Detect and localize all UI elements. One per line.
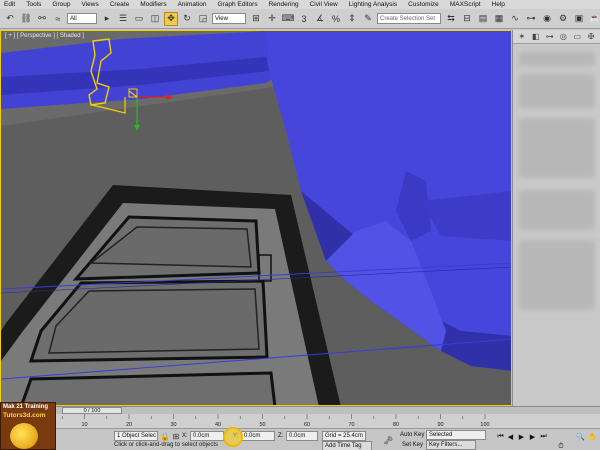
- x-label: X:: [182, 433, 188, 439]
- logo-line-1: Mak 21 Training: [3, 404, 49, 410]
- viewport-scene: [1, 31, 511, 405]
- spinner-snap-icon[interactable]: ⇕: [345, 12, 359, 26]
- unlink-icon[interactable]: ⚯: [35, 12, 49, 26]
- auto-key-button[interactable]: Auto Key: [400, 432, 424, 438]
- menu-help[interactable]: Help: [492, 1, 505, 8]
- schematic-view-icon[interactable]: ⊶: [524, 12, 538, 26]
- hierarchy-tab-icon[interactable]: ⊶: [544, 31, 556, 42]
- select-rotate-icon[interactable]: ↻: [180, 12, 194, 26]
- absolute-mode-icon[interactable]: ⊞: [171, 431, 181, 441]
- rect-selection-icon[interactable]: ▭: [132, 12, 146, 26]
- utilities-tab-icon[interactable]: ✠: [585, 31, 597, 42]
- menu-edit[interactable]: Edit: [4, 1, 15, 8]
- select-manipulate-icon[interactable]: ✛: [265, 12, 279, 26]
- mirror-icon[interactable]: ⇆: [444, 12, 458, 26]
- menu-create[interactable]: Create: [110, 1, 130, 8]
- lock-selection-icon[interactable]: 🔒: [160, 431, 170, 441]
- keyboard-shortcut-icon[interactable]: ⌨: [281, 12, 295, 26]
- link-icon[interactable]: ⛓: [19, 12, 33, 26]
- track-bar[interactable]: 0102030405060708090100: [0, 414, 600, 428]
- menu-modifiers[interactable]: Modifiers: [140, 1, 166, 8]
- blurred-panel-block: [519, 74, 595, 108]
- main-toolbar: ↶ ⛓ ⚯ ≈ All ▸ ☰ ▭ ◫ ✥ ↻ ◲ View ⊞ ✛ ⌨ 3 ∡…: [0, 9, 600, 29]
- rendered-frame-icon[interactable]: ▣: [572, 12, 586, 26]
- motion-tab-icon[interactable]: ◎: [557, 31, 569, 42]
- pan-icon[interactable]: ✋: [588, 432, 597, 441]
- angle-snap-icon[interactable]: ∡: [313, 12, 327, 26]
- menu-rendering[interactable]: Rendering: [269, 1, 299, 8]
- menu-lighting-analysis[interactable]: Lighting Analysis: [349, 1, 397, 8]
- blurred-panel-block: [519, 118, 595, 178]
- edit-named-sets-icon[interactable]: ✎: [361, 12, 375, 26]
- y-coordinate-field[interactable]: 0.0cm: [241, 431, 275, 441]
- goto-start-icon[interactable]: ⏮: [496, 432, 505, 441]
- window-crossing-icon[interactable]: ◫: [148, 12, 162, 26]
- zoom-icon[interactable]: 🔍: [576, 432, 585, 441]
- render-production-icon[interactable]: ☕: [588, 12, 600, 26]
- menu-civil-view[interactable]: Civil View: [310, 1, 338, 8]
- previous-frame-icon[interactable]: ◀: [506, 432, 515, 441]
- blurred-panel-block: [519, 190, 595, 230]
- material-editor-icon[interactable]: ◉: [540, 12, 554, 26]
- add-time-tag-button[interactable]: Add Time Tag: [322, 441, 372, 450]
- perspective-viewport[interactable]: [ + ] [ Perspective ] [ Shaded ]: [0, 30, 512, 406]
- menu-graph-editors[interactable]: Graph Editors: [218, 1, 258, 8]
- pivot-center-icon[interactable]: ⊞: [249, 12, 263, 26]
- viewport-label[interactable]: [ + ] [ Perspective ] [ Shaded ]: [5, 33, 84, 39]
- align-icon[interactable]: ⊟: [460, 12, 474, 26]
- mouse-cursor-highlight: [223, 427, 243, 447]
- command-panel-tabs: ✶ ◧ ⊶ ◎ ▭ ✠: [513, 30, 600, 44]
- reference-coordinate-dropdown[interactable]: View: [212, 13, 246, 24]
- selection-filter-dropdown[interactable]: All: [67, 13, 97, 24]
- curve-editor-icon[interactable]: ∿: [508, 12, 522, 26]
- z-coordinate-field[interactable]: 0.0cm: [286, 431, 318, 441]
- select-scale-icon[interactable]: ◲: [196, 12, 210, 26]
- select-by-name-icon[interactable]: ☰: [116, 12, 130, 26]
- menu-views[interactable]: Views: [81, 1, 98, 8]
- named-selection-set-field[interactable]: Create Selection Set: [377, 13, 441, 24]
- goto-end-icon[interactable]: ⏭: [539, 432, 548, 441]
- x-coordinate-field[interactable]: 0.0cm: [190, 431, 224, 441]
- menu-customize[interactable]: Customize: [408, 1, 439, 8]
- menu-maxscript[interactable]: MAXScript: [450, 1, 481, 8]
- logo-line-2: Tutors3d.com: [3, 412, 46, 419]
- percent-snap-icon[interactable]: %: [329, 12, 343, 26]
- play-icon[interactable]: ▶: [517, 432, 526, 441]
- menu-tools[interactable]: Tools: [26, 1, 41, 8]
- display-tab-icon[interactable]: ▭: [571, 31, 583, 42]
- select-move-icon[interactable]: ✥: [164, 11, 178, 26]
- time-slider-handle[interactable]: 0 / 100: [62, 407, 122, 414]
- create-tab-icon[interactable]: ✶: [516, 31, 528, 42]
- time-config-icon[interactable]: ⏱: [552, 442, 570, 450]
- command-panel: ✶ ◧ ⊶ ◎ ▭ ✠: [512, 30, 600, 406]
- key-mode-dropdown[interactable]: Selected: [426, 430, 486, 440]
- set-key-icon[interactable]: 🗝: [380, 435, 396, 445]
- bind-space-warp-icon[interactable]: ≈: [51, 12, 65, 26]
- time-slider-bar: 0 / 100: [0, 406, 600, 414]
- logo-emblem: [9, 422, 39, 449]
- menu-group[interactable]: Group: [52, 1, 70, 8]
- training-logo: Mak 21 Training Tutors3d.com: [0, 402, 56, 450]
- 3dsmax-window: Edit Tools Group Views Create Modifiers …: [0, 0, 600, 450]
- render-setup-icon[interactable]: ⚙: [556, 12, 570, 26]
- next-frame-icon[interactable]: ▶: [528, 432, 537, 441]
- key-filters-button[interactable]: Key Filters...: [426, 440, 476, 450]
- menu-bar: Edit Tools Group Views Create Modifiers …: [0, 0, 600, 9]
- select-object-icon[interactable]: ▸: [100, 12, 114, 26]
- status-prompt: Click or click-and-drag to select object…: [114, 442, 219, 448]
- blurred-panel-block: [519, 240, 595, 310]
- z-label: Z:: [278, 433, 284, 439]
- snap-toggle-icon[interactable]: 3: [297, 12, 311, 26]
- blurred-panel-block: [519, 52, 595, 66]
- selection-count-field: 1 Object Selec: [114, 431, 158, 441]
- grid-size-field: Grid = 25.4cm: [322, 431, 366, 441]
- undo-icon[interactable]: ↶: [3, 12, 17, 26]
- menu-animation[interactable]: Animation: [178, 1, 207, 8]
- layer-manager-icon[interactable]: ▤: [476, 12, 490, 26]
- modify-tab-icon[interactable]: ◧: [530, 31, 542, 42]
- set-key-button[interactable]: Set Key: [402, 442, 423, 448]
- graphite-ribbon-icon[interactable]: ▦: [492, 12, 506, 26]
